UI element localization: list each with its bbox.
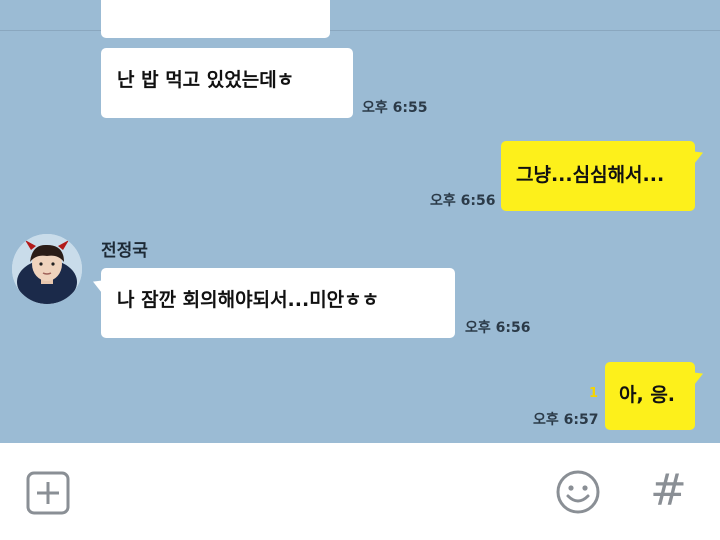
message-time: 오후 6:55 [362,100,428,116]
smiley-icon[interactable] [555,469,601,515]
message-time: 오후 6:57 [533,412,599,428]
message-text: 그냥...심심해서... [516,164,665,186]
sender-name: 전정국 [101,241,148,261]
unread-count: 1 [589,386,599,401]
message-bubble-incoming[interactable]: 나 잠깐 회의해야되서...미안ㅎㅎ [101,268,455,338]
message-bubble-outgoing[interactable]: 아, 응. [605,362,695,430]
avatar-image [12,234,82,304]
message-bubble-partial [101,0,330,38]
chat-area[interactable]: 난 밥 먹고 있었는데ㅎ 오후 6:55 그냥...심심해서... 오후 6:5… [0,0,720,443]
message-time: 오후 6:56 [465,320,531,336]
plus-box-icon[interactable] [26,471,70,515]
hash-icon[interactable]: # [650,465,687,516]
message-bubble-outgoing[interactable]: 그냥...심심해서... [501,141,695,211]
input-bar[interactable]: # [0,443,720,540]
message-text: 아, 응. [619,384,676,406]
message-bubble-incoming[interactable]: 난 밥 먹고 있었는데ㅎ [101,48,353,118]
message-time: 오후 6:56 [430,193,496,209]
message-text: 나 잠깐 회의해야되서...미안ㅎㅎ [117,289,380,311]
message-text: 난 밥 먹고 있었는데ㅎ [117,69,295,91]
avatar[interactable] [12,234,82,304]
